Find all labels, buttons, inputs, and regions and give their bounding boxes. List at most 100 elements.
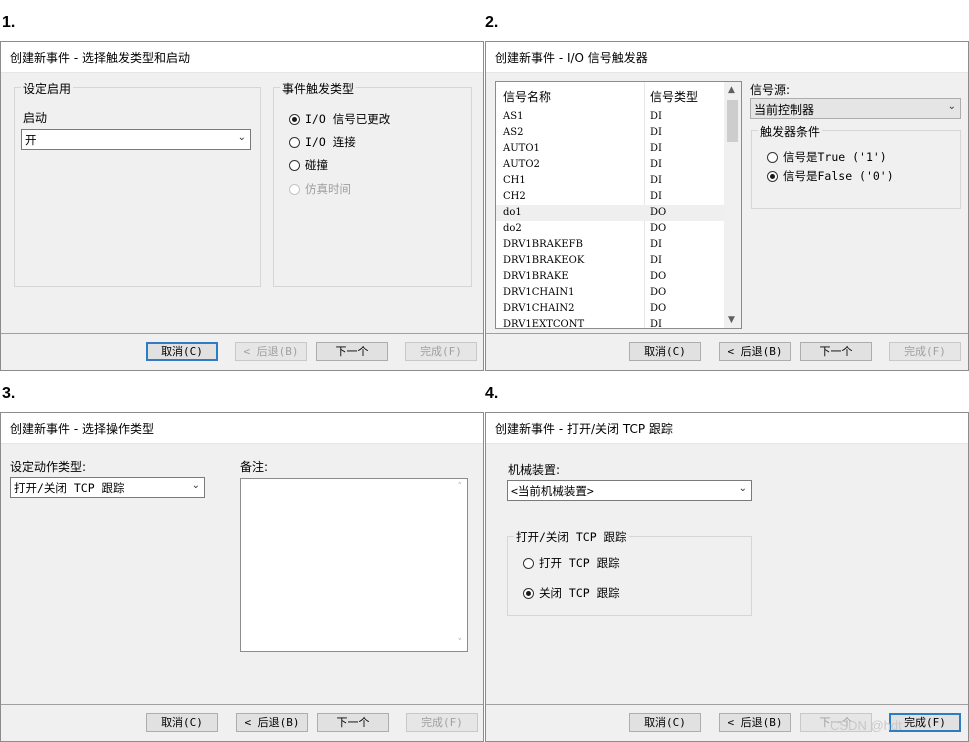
- next-button[interactable]: 下一个: [800, 342, 872, 361]
- back-button: < 后退(B): [235, 342, 307, 361]
- table-row[interactable]: DRV1BRAKE DO: [496, 269, 724, 285]
- signal-name-cell: AS1: [503, 111, 524, 122]
- radio-indicator: [289, 113, 300, 125]
- chevron-down-icon: ⌄: [738, 483, 747, 494]
- trigger-type-group-label: 事件触发类型: [280, 80, 357, 97]
- signal-name-cell: do1: [503, 207, 522, 218]
- table-row[interactable]: CH2 DI: [496, 189, 724, 205]
- scroll-up-icon[interactable]: ▲: [728, 85, 735, 95]
- table-row[interactable]: DRV1BRAKEFB DI: [496, 237, 724, 253]
- radio-signal-true[interactable]: 信号是True ('1'): [767, 149, 887, 165]
- dialog-tcp-trace: 创建新事件 - 打开/关闭 TCP 跟踪 机械装置: <当前机械装置> ⌄ 打开…: [485, 412, 969, 742]
- radio-label: I/O 连接: [305, 135, 356, 149]
- chevron-down-icon: ⌄: [191, 480, 200, 491]
- action-type-select[interactable]: 打开/关闭 TCP 跟踪 ⌄: [10, 477, 205, 498]
- radio-label: 关闭 TCP 跟踪: [539, 586, 620, 600]
- signal-list[interactable]: ˄ 信号名称 信号类型 AS1 DI AS2 DI AUTO1 DI AUTO2 DI CH1 D…: [495, 81, 742, 329]
- table-row[interactable]: DRV1EXTCONT DI: [496, 317, 724, 329]
- table-row[interactable]: AUTO2 DI: [496, 157, 724, 173]
- signal-name-cell: AUTO1: [503, 143, 540, 154]
- mechanism-select[interactable]: <当前机械装置> ⌄: [507, 480, 752, 501]
- signal-type-cell: DI: [650, 191, 662, 202]
- dialog-titlebar: 创建新事件 - 选择触发类型和启动: [1, 42, 483, 73]
- scroll-up-icon: ˄: [457, 482, 463, 492]
- next-button[interactable]: 下一个: [316, 342, 388, 361]
- mechanism-label: 机械装置:: [508, 463, 561, 477]
- signal-name-cell: DRV1BRAKE: [503, 271, 569, 282]
- finish-button: 完成(F): [405, 342, 477, 361]
- signal-type-cell: DI: [650, 127, 662, 138]
- tcp-trace-group: 打开/关闭 TCP 跟踪: [507, 529, 752, 616]
- scroll-down-icon[interactable]: ▼: [728, 315, 735, 325]
- table-row[interactable]: do1 DO: [496, 205, 724, 221]
- scroll-down-icon: ˅: [457, 638, 463, 648]
- dialog-title: 创建新事件 - 选择触发类型和启动: [10, 51, 190, 65]
- radio-signal-false[interactable]: 信号是False ('0'): [767, 168, 894, 184]
- radio-io-connection[interactable]: I/O 连接: [289, 134, 356, 150]
- action-type-value: 打开/关闭 TCP 跟踪: [14, 481, 125, 495]
- signal-name-cell: DRV1CHAIN2: [503, 303, 575, 314]
- mechanism-value: <当前机械装置>: [511, 484, 594, 498]
- radio-simulation-time: 仿真时间: [289, 181, 351, 197]
- cancel-button[interactable]: 取消(C): [146, 713, 218, 732]
- table-row[interactable]: DRV1CHAIN1 DO: [496, 285, 724, 301]
- radio-indicator: [767, 151, 778, 163]
- cancel-button[interactable]: 取消(C): [629, 713, 701, 732]
- scrollbar-thumb[interactable]: [727, 100, 738, 142]
- radio-indicator: [289, 136, 300, 148]
- table-row[interactable]: DRV1CHAIN2 DO: [496, 301, 724, 317]
- button-bar: 取消(C) < 后退(B) 下一个 完成(F): [1, 333, 483, 370]
- table-row[interactable]: AUTO1 DI: [496, 141, 724, 157]
- finish-button: 完成(F): [406, 713, 478, 732]
- dialog-title: 创建新事件 - 打开/关闭 TCP 跟踪: [495, 422, 673, 436]
- signal-type-cell: DI: [650, 159, 662, 170]
- table-row[interactable]: AS1 DI: [496, 109, 724, 125]
- radio-label: 打开 TCP 跟踪: [539, 556, 620, 570]
- signal-type-cell: DI: [650, 319, 662, 329]
- signal-type-cell: DI: [650, 175, 662, 186]
- table-row[interactable]: DRV1BRAKEOK DI: [496, 253, 724, 269]
- enable-group: 设定启用: [14, 80, 261, 287]
- table-row[interactable]: CH1 DI: [496, 173, 724, 189]
- button-bar: 取消(C) < 后退(B) 下一个 完成(F): [1, 704, 483, 741]
- radio-label: 碰撞: [305, 158, 328, 172]
- radio-indicator: [767, 170, 778, 182]
- signal-source-label: 信号源:: [750, 83, 791, 97]
- column-header-signal-type[interactable]: 信号类型: [650, 88, 698, 105]
- radio-label: I/O 信号已更改: [305, 112, 391, 126]
- finish-button: 完成(F): [889, 342, 961, 361]
- vertical-scrollbar[interactable]: ▲ ▼: [724, 82, 741, 328]
- signal-name-cell: DRV1BRAKEOK: [503, 255, 585, 266]
- watermark: CSDN @hdt: [830, 718, 902, 733]
- dialog-titlebar: 创建新事件 - 打开/关闭 TCP 跟踪: [486, 413, 968, 444]
- table-row[interactable]: AS2 DI: [496, 125, 724, 141]
- back-button[interactable]: < 后退(B): [719, 342, 791, 361]
- notes-textarea[interactable]: ˄ ˅: [240, 478, 468, 652]
- table-row[interactable]: do2 DO: [496, 221, 724, 237]
- dialog-title: 创建新事件 - 选择操作类型: [10, 422, 154, 436]
- column-header-signal-name[interactable]: 信号名称: [503, 88, 551, 105]
- start-select[interactable]: 开 ⌄: [21, 129, 251, 150]
- back-button[interactable]: < 后退(B): [236, 713, 308, 732]
- radio-io-signal-changed[interactable]: I/O 信号已更改: [289, 111, 390, 127]
- dialog-titlebar: 创建新事件 - I/O 信号触发器: [486, 42, 968, 73]
- cancel-button[interactable]: 取消(C): [629, 342, 701, 361]
- radio-collision[interactable]: 碰撞: [289, 157, 328, 173]
- signal-type-cell: DI: [650, 111, 662, 122]
- signal-type-cell: DO: [650, 287, 667, 298]
- signal-source-select[interactable]: 当前控制器 ⌄: [750, 98, 961, 119]
- enable-group-label: 设定启用: [21, 80, 74, 97]
- radio-tcp-trace-off[interactable]: 关闭 TCP 跟踪: [523, 585, 620, 601]
- back-button[interactable]: < 后退(B): [719, 713, 791, 732]
- next-button[interactable]: 下一个: [317, 713, 389, 732]
- cancel-button[interactable]: 取消(C): [146, 342, 218, 361]
- trigger-condition-label: 触发器条件: [758, 123, 823, 140]
- dialog-action-type: 创建新事件 - 选择操作类型 设定动作类型: 打开/关闭 TCP 跟踪 ⌄ 备注…: [0, 412, 484, 742]
- action-type-label: 设定动作类型:: [10, 460, 87, 474]
- signal-name-cell: CH1: [503, 175, 526, 186]
- signal-name-cell: CH2: [503, 191, 526, 202]
- dialog-io-signal-trigger: 创建新事件 - I/O 信号触发器 ˄ 信号名称 信号类型 AS1 DI AS2 DI…: [485, 41, 969, 371]
- signal-type-cell: DO: [650, 207, 667, 218]
- radio-tcp-trace-on[interactable]: 打开 TCP 跟踪: [523, 555, 620, 571]
- signal-type-cell: DO: [650, 271, 667, 282]
